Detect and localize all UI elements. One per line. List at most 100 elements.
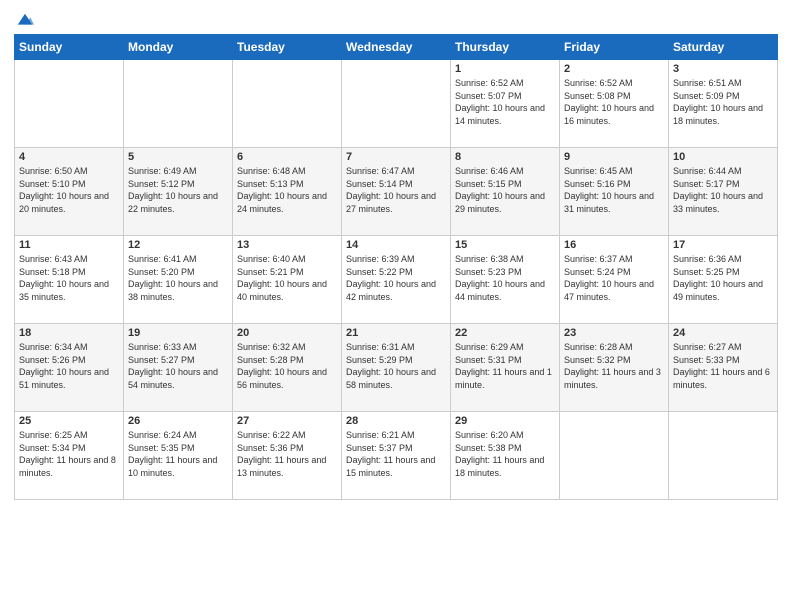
table-row: 27 Sunrise: 6:22 AM Sunset: 5:36 PM Dayli… xyxy=(233,412,342,500)
calendar-week-row: 4 Sunrise: 6:50 AM Sunset: 5:10 PM Daylig… xyxy=(15,148,778,236)
day-number: 19 xyxy=(128,327,228,339)
day-info: Sunrise: 6:29 AM Sunset: 5:31 PM Dayligh… xyxy=(455,341,555,391)
table-row: 26 Sunrise: 6:24 AM Sunset: 5:35 PM Dayli… xyxy=(124,412,233,500)
calendar-week-row: 11 Sunrise: 6:43 AM Sunset: 5:18 PM Dayli… xyxy=(15,236,778,324)
table-row: 25 Sunrise: 6:25 AM Sunset: 5:34 PM Dayli… xyxy=(15,412,124,500)
day-info: Sunrise: 6:41 AM Sunset: 5:20 PM Dayligh… xyxy=(128,253,228,303)
day-info: Sunrise: 6:21 AM Sunset: 5:37 PM Dayligh… xyxy=(346,429,446,479)
col-monday: Monday xyxy=(124,35,233,60)
day-number: 8 xyxy=(455,151,555,163)
day-info: Sunrise: 6:34 AM Sunset: 5:26 PM Dayligh… xyxy=(19,341,119,391)
day-number: 22 xyxy=(455,327,555,339)
day-number: 13 xyxy=(237,239,337,251)
table-row xyxy=(669,412,778,500)
calendar-week-row: 1 Sunrise: 6:52 AM Sunset: 5:07 PM Daylig… xyxy=(15,60,778,148)
day-number: 14 xyxy=(346,239,446,251)
table-row: 11 Sunrise: 6:43 AM Sunset: 5:18 PM Dayli… xyxy=(15,236,124,324)
col-tuesday: Tuesday xyxy=(233,35,342,60)
day-info: Sunrise: 6:25 AM Sunset: 5:34 PM Dayligh… xyxy=(19,429,119,479)
logo-text xyxy=(14,12,34,30)
table-row: 8 Sunrise: 6:46 AM Sunset: 5:15 PM Daylig… xyxy=(451,148,560,236)
table-row: 18 Sunrise: 6:34 AM Sunset: 5:26 PM Dayli… xyxy=(15,324,124,412)
day-number: 6 xyxy=(237,151,337,163)
table-row: 4 Sunrise: 6:50 AM Sunset: 5:10 PM Daylig… xyxy=(15,148,124,236)
day-info: Sunrise: 6:24 AM Sunset: 5:35 PM Dayligh… xyxy=(128,429,228,479)
col-sunday: Sunday xyxy=(15,35,124,60)
day-number: 26 xyxy=(128,415,228,427)
col-wednesday: Wednesday xyxy=(342,35,451,60)
table-row: 5 Sunrise: 6:49 AM Sunset: 5:12 PM Daylig… xyxy=(124,148,233,236)
table-row: 17 Sunrise: 6:36 AM Sunset: 5:25 PM Dayli… xyxy=(669,236,778,324)
day-info: Sunrise: 6:50 AM Sunset: 5:10 PM Dayligh… xyxy=(19,165,119,215)
day-info: Sunrise: 6:37 AM Sunset: 5:24 PM Dayligh… xyxy=(564,253,664,303)
day-number: 20 xyxy=(237,327,337,339)
day-number: 27 xyxy=(237,415,337,427)
day-info: Sunrise: 6:38 AM Sunset: 5:23 PM Dayligh… xyxy=(455,253,555,303)
day-info: Sunrise: 6:31 AM Sunset: 5:29 PM Dayligh… xyxy=(346,341,446,391)
table-row xyxy=(124,60,233,148)
calendar-week-row: 25 Sunrise: 6:25 AM Sunset: 5:34 PM Dayli… xyxy=(15,412,778,500)
table-row: 9 Sunrise: 6:45 AM Sunset: 5:16 PM Daylig… xyxy=(560,148,669,236)
day-info: Sunrise: 6:40 AM Sunset: 5:21 PM Dayligh… xyxy=(237,253,337,303)
table-row: 7 Sunrise: 6:47 AM Sunset: 5:14 PM Daylig… xyxy=(342,148,451,236)
col-saturday: Saturday xyxy=(669,35,778,60)
day-number: 16 xyxy=(564,239,664,251)
table-row: 16 Sunrise: 6:37 AM Sunset: 5:24 PM Dayli… xyxy=(560,236,669,324)
day-info: Sunrise: 6:45 AM Sunset: 5:16 PM Dayligh… xyxy=(564,165,664,215)
day-number: 11 xyxy=(19,239,119,251)
table-row: 20Sunrise: 6:32 AM Sunset: 5:28 PM Dayli… xyxy=(233,324,342,412)
table-row: 6Sunrise: 6:48 AM Sunset: 5:13 PM Daylig… xyxy=(233,148,342,236)
table-row: 28Sunrise: 6:21 AM Sunset: 5:37 PM Dayli… xyxy=(342,412,451,500)
day-info: Sunrise: 6:33 AM Sunset: 5:27 PM Dayligh… xyxy=(128,341,228,391)
day-number: 5 xyxy=(128,151,228,163)
day-info: Sunrise: 6:52 AM Sunset: 5:07 PM Dayligh… xyxy=(455,77,555,127)
table-row: 1 Sunrise: 6:52 AM Sunset: 5:07 PM Daylig… xyxy=(451,60,560,148)
table-row: 3 Sunrise: 6:51 AM Sunset: 5:09 PM Daylig… xyxy=(669,60,778,148)
day-info: Sunrise: 6:20 AM Sunset: 5:38 PM Dayligh… xyxy=(455,429,555,479)
day-info: Sunrise: 6:49 AM Sunset: 5:12 PM Dayligh… xyxy=(128,165,228,215)
table-row: 14 Sunrise: 6:39 AM Sunset: 5:22 PM Dayli… xyxy=(342,236,451,324)
day-number: 23 xyxy=(564,327,664,339)
day-number: 10 xyxy=(673,151,773,163)
day-info: Sunrise: 6:36 AM Sunset: 5:25 PM Dayligh… xyxy=(673,253,773,303)
table-row xyxy=(233,60,342,148)
day-info: Sunrise: 6:46 AM Sunset: 5:15 PM Dayligh… xyxy=(455,165,555,215)
table-row: 22 Sunrise: 6:29 AM Sunset: 5:31 PM Dayli… xyxy=(451,324,560,412)
day-number: 21 xyxy=(346,327,446,339)
day-info: Sunrise: 6:47 AM Sunset: 5:14 PM Dayligh… xyxy=(346,165,446,215)
day-info: Sunrise: 6:52 AM Sunset: 5:08 PM Dayligh… xyxy=(564,77,664,127)
day-number: 18 xyxy=(19,327,119,339)
table-row: 29 Sunrise: 6:20 AM Sunset: 5:38 PM Dayli… xyxy=(451,412,560,500)
day-info: Sunrise: 6:43 AM Sunset: 5:18 PM Dayligh… xyxy=(19,253,119,303)
logo xyxy=(14,12,34,28)
table-row: 13 Sunrise: 6:40 AM Sunset: 5:21 PM Dayli… xyxy=(233,236,342,324)
day-number: 25 xyxy=(19,415,119,427)
day-number: 7 xyxy=(346,151,446,163)
day-number: 4 xyxy=(19,151,119,163)
day-info: Sunrise: 6:39 AM Sunset: 5:22 PM Dayligh… xyxy=(346,253,446,303)
page-header xyxy=(14,10,778,28)
day-info: Sunrise: 6:22 AM Sunset: 5:36 PM Dayligh… xyxy=(237,429,337,479)
table-row xyxy=(560,412,669,500)
day-number: 29 xyxy=(455,415,555,427)
table-row: 12 Sunrise: 6:41 AM Sunset: 5:20 PM Dayli… xyxy=(124,236,233,324)
table-row xyxy=(15,60,124,148)
day-number: 2 xyxy=(564,63,664,75)
day-number: 3 xyxy=(673,63,773,75)
calendar-table: Sunday Monday Tuesday Wednesday Thursday… xyxy=(14,34,778,500)
day-number: 15 xyxy=(455,239,555,251)
day-info: Sunrise: 6:51 AM Sunset: 5:09 PM Dayligh… xyxy=(673,77,773,127)
calendar-page: Sunday Monday Tuesday Wednesday Thursday… xyxy=(0,0,792,612)
day-number: 17 xyxy=(673,239,773,251)
table-row: 24Sunrise: 6:27 AM Sunset: 5:33 PM Dayli… xyxy=(669,324,778,412)
day-number: 9 xyxy=(564,151,664,163)
day-number: 1 xyxy=(455,63,555,75)
calendar-header-row: Sunday Monday Tuesday Wednesday Thursday… xyxy=(15,35,778,60)
table-row: 10 Sunrise: 6:44 AM Sunset: 5:17 PM Dayli… xyxy=(669,148,778,236)
col-friday: Friday xyxy=(560,35,669,60)
day-info: Sunrise: 6:44 AM Sunset: 5:17 PM Dayligh… xyxy=(673,165,773,215)
day-number: 12 xyxy=(128,239,228,251)
table-row xyxy=(342,60,451,148)
table-row: 23 Sunrise: 6:28 AM Sunset: 5:32 PM Dayli… xyxy=(560,324,669,412)
day-info: Sunrise: 6:28 AM Sunset: 5:32 PM Dayligh… xyxy=(564,341,664,391)
